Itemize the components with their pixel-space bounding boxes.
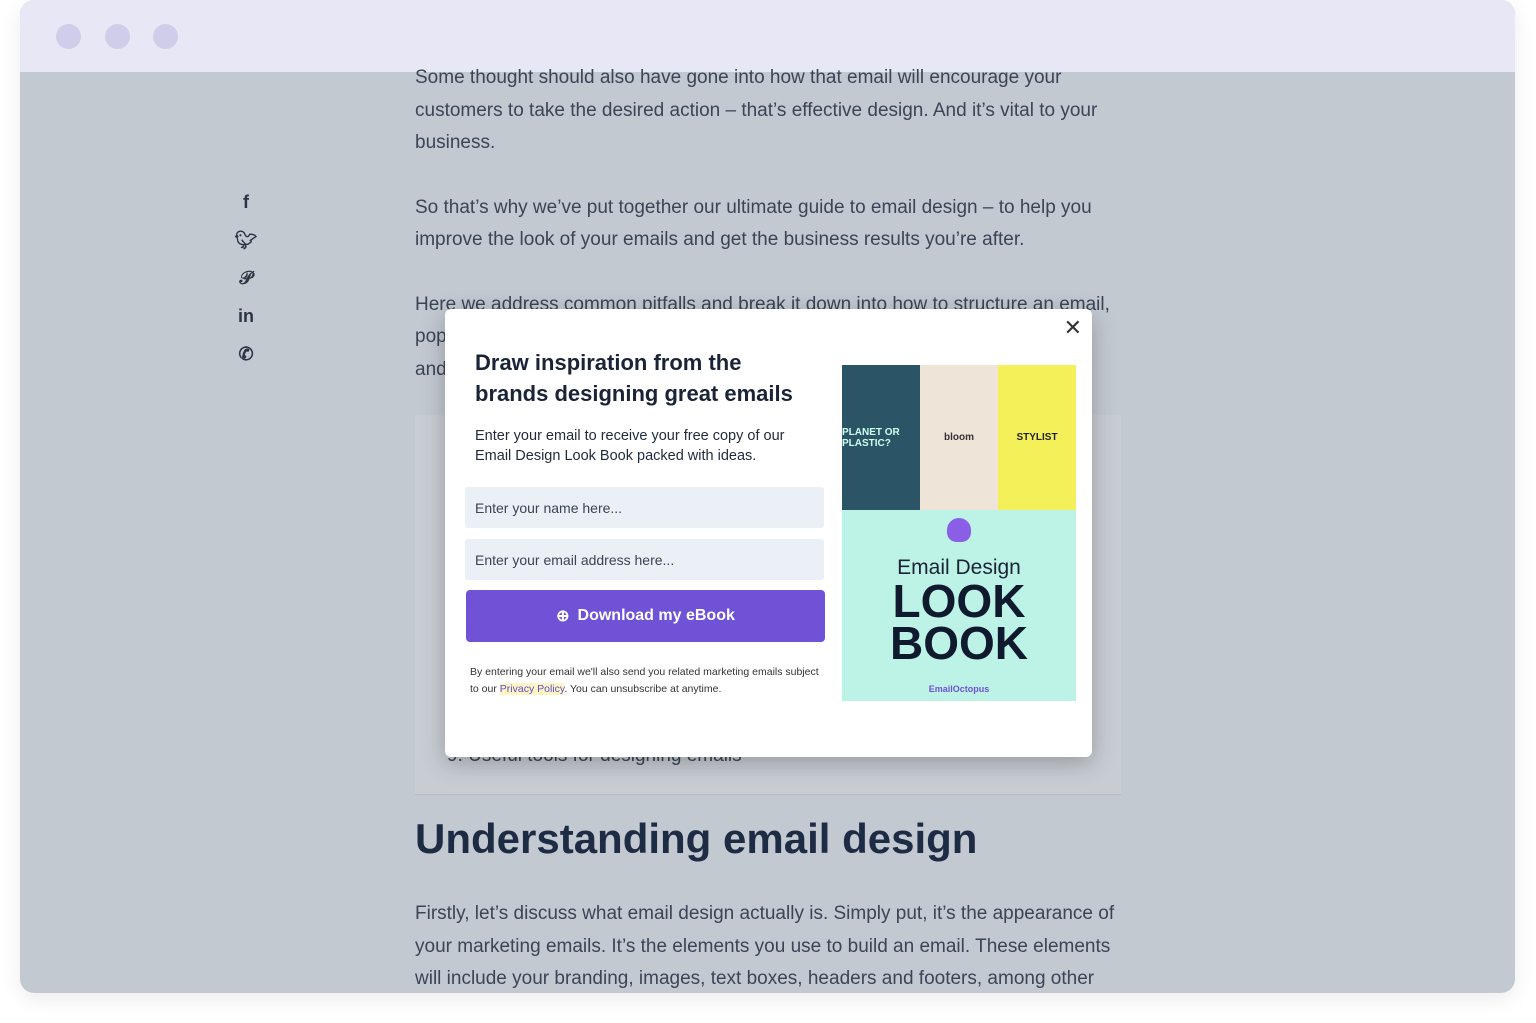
cover-title: BOOK <box>890 617 1028 669</box>
modal-description: Enter your email to receive your free co… <box>475 428 785 464</box>
cover-tile: STYLIST <box>998 365 1076 510</box>
linkedin-icon[interactable]: in <box>234 306 258 344</box>
browser-window: Some thought should also have gone into … <box>20 0 1515 993</box>
twitter-icon[interactable]: 🐦︎ <box>234 230 258 268</box>
privacy-policy-link[interactable]: Privacy Policy <box>499 683 565 695</box>
modal-title: Draw inspiration from the brands designi… <box>475 350 793 406</box>
window-dot[interactable] <box>56 24 81 49</box>
social-share-bar: f 🐦︎ 𝒫 in ✆ <box>234 192 258 382</box>
ebook-signup-modal: ✕ Draw inspiration from the brands desig… <box>445 309 1092 757</box>
name-input[interactable] <box>465 487 824 528</box>
window-dot[interactable] <box>153 24 178 49</box>
whatsapp-icon[interactable]: ✆ <box>234 344 258 382</box>
paragraph: Some thought should also have gone into … <box>415 67 1098 153</box>
email-input[interactable] <box>465 539 824 580</box>
octopus-logo-icon <box>947 518 971 542</box>
consent-text: By entering your email we'll also send y… <box>470 666 819 695</box>
pinterest-icon[interactable]: 𝒫 <box>234 268 258 306</box>
facebook-icon[interactable]: f <box>234 192 258 230</box>
cover-title: LOOK <box>892 575 1026 627</box>
look-book-cover: PLANET OR PLASTIC? bloom STYLIST Email D… <box>842 365 1076 701</box>
cover-brand: EmailOctopus <box>928 684 990 694</box>
close-icon[interactable]: ✕ <box>1064 315 1082 341</box>
cover-tile: PLANET OR PLASTIC? <box>842 365 920 510</box>
window-dot[interactable] <box>105 24 130 49</box>
section-heading: Understanding email design <box>415 815 978 862</box>
paragraph: So that’s why we’ve put together our ult… <box>415 196 1092 251</box>
paragraph: Firstly, let’s discuss what email design… <box>415 903 1115 989</box>
download-circle-icon: ⊕ <box>556 608 570 625</box>
download-ebook-button[interactable]: ⊕ Download my eBook <box>466 590 825 642</box>
cover-tile: bloom <box>920 365 998 510</box>
